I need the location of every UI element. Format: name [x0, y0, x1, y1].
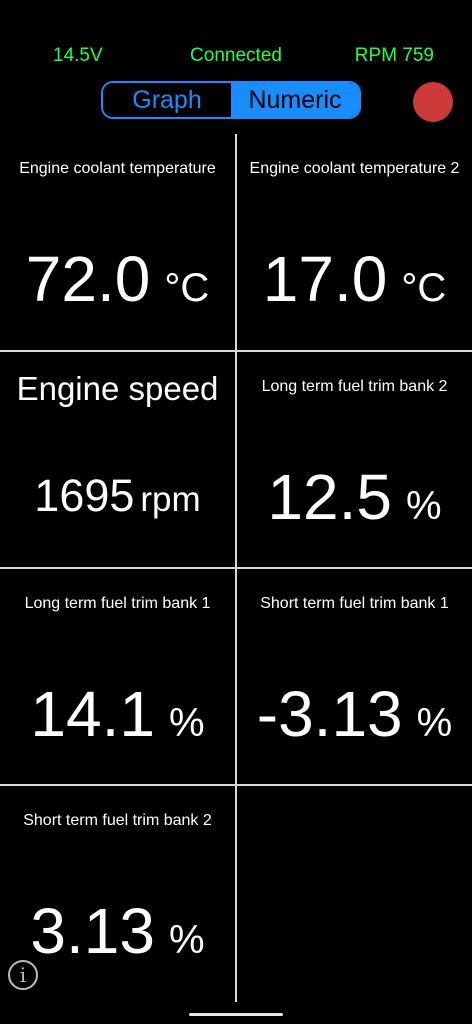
- numeric-tab[interactable]: Numeric: [231, 83, 359, 117]
- gauge-unit: rpm: [140, 480, 201, 519]
- home-indicator[interactable]: [189, 1013, 283, 1016]
- gauge-number: 14.1: [30, 678, 155, 750]
- gauge-engine-speed[interactable]: Engine speed 1695 rpm: [0, 352, 235, 568]
- view-toggle: Graph Numeric: [101, 81, 361, 119]
- gauge-label: Engine coolant temperature 2: [249, 160, 460, 177]
- gauge-unit: °C: [401, 266, 447, 310]
- gauge-ltft-bank-1[interactable]: Long term fuel trim bank 1 14.1%: [0, 569, 235, 785]
- gauge-value: 72.0 °C: [0, 242, 235, 316]
- gauge-number: 3.13: [30, 895, 155, 967]
- gauge-value: 12.5%: [237, 460, 472, 534]
- rpm-readout: RPM 759: [354, 45, 434, 66]
- gauge-label: Engine coolant temperature: [19, 160, 216, 177]
- gauge-coolant-temp-2[interactable]: Engine coolant temperature 2 17.0 °C: [237, 134, 472, 350]
- gauge-unit: %: [405, 484, 442, 528]
- gauge-label: Engine speed: [16, 370, 219, 407]
- gauge-coolant-temp[interactable]: Engine coolant temperature 72.0 °C: [0, 134, 235, 350]
- gauge-number: 12.5: [267, 461, 392, 533]
- gauge-label: Short term fuel trim bank 2: [23, 812, 212, 829]
- gauge-unit: °C: [164, 266, 210, 310]
- gauge-unit: %: [168, 918, 205, 962]
- gauge-number: -3.13: [256, 678, 403, 750]
- gauge-value: 1695 rpm: [0, 470, 235, 522]
- gauge-value: 14.1%: [0, 677, 235, 751]
- gauge-empty-slot: [237, 786, 472, 1002]
- gauge-label: Long term fuel trim bank 2: [261, 378, 448, 395]
- gauge-label: Long term fuel trim bank 1: [24, 595, 211, 612]
- gauge-value: 3.13%: [0, 894, 235, 968]
- gauge-number: 72.0: [25, 243, 151, 315]
- gauge-label: Short term fuel trim bank 1: [260, 595, 449, 612]
- gauge-unit: %: [416, 701, 453, 745]
- graph-tab[interactable]: Graph: [103, 83, 231, 117]
- info-icon[interactable]: i: [8, 960, 38, 990]
- gauge-number: 17.0: [262, 243, 388, 315]
- gauge-number: 1695: [34, 470, 135, 521]
- gauge-value: -3.13%: [237, 677, 472, 751]
- gauge-stft-bank-1[interactable]: Short term fuel trim bank 1 -3.13%: [237, 569, 472, 785]
- gauge-grid: Engine coolant temperature 72.0 °C Engine…: [0, 134, 472, 1002]
- record-button[interactable]: [413, 82, 453, 122]
- gauge-unit: %: [168, 701, 205, 745]
- gauge-ltft-bank-2[interactable]: Long term fuel trim bank 2 12.5%: [237, 352, 472, 568]
- gauge-value: 17.0 °C: [237, 242, 472, 316]
